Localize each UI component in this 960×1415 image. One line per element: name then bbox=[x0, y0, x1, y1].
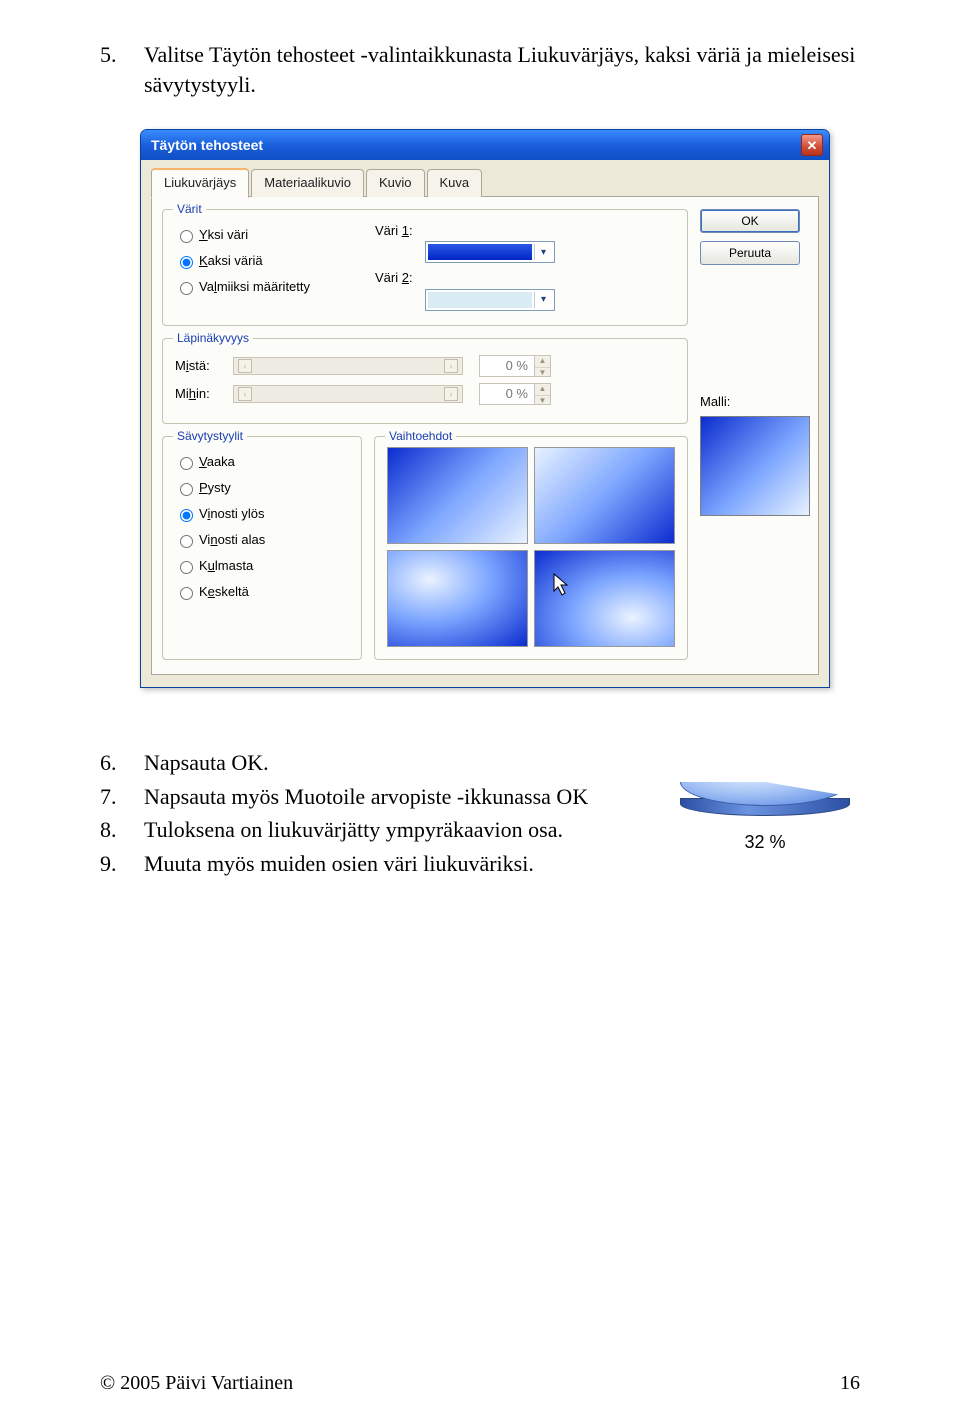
shading-group: Sävytystyylit Vaaka Pysty Vinosti ylös V… bbox=[162, 436, 362, 660]
variant-4[interactable] bbox=[534, 550, 675, 647]
instruction-text: Valitse Täytön tehosteet -valintaikkunas… bbox=[144, 40, 870, 99]
instruction-text: Napsauta OK. bbox=[144, 748, 630, 778]
color2-label: Väri 2: bbox=[375, 269, 425, 287]
radio-preset[interactable]: Valmiiksi määritetty bbox=[175, 276, 375, 298]
instruction-number: 7. bbox=[100, 782, 144, 812]
color2-dropdown[interactable]: ▾ bbox=[425, 289, 555, 311]
tab-pattern[interactable]: Kuvio bbox=[366, 169, 425, 197]
from-value-input[interactable]: 0 % ▲▼ bbox=[479, 355, 551, 377]
radio-center[interactable]: Keskeltä bbox=[175, 581, 349, 603]
radio-vertical[interactable]: Pysty bbox=[175, 477, 349, 499]
chevron-down-icon: ▾ bbox=[534, 244, 552, 260]
color1-dropdown[interactable]: ▾ bbox=[425, 241, 555, 263]
instruction-9: 9. Muuta myös muiden osien väri liukuvär… bbox=[100, 849, 630, 879]
variant-3[interactable] bbox=[387, 550, 528, 647]
cursor-arrow-icon bbox=[553, 573, 571, 597]
variants-legend: Vaihtoehdot bbox=[385, 428, 456, 444]
variant-1[interactable] bbox=[387, 447, 528, 544]
tab-picture[interactable]: Kuva bbox=[427, 169, 483, 197]
color1-label: Väri 1: bbox=[375, 222, 425, 240]
instruction-number: 5. bbox=[100, 40, 144, 99]
variant-2[interactable] bbox=[534, 447, 675, 544]
instruction-8: 8. Tuloksena on liukuvärjätty ympyräkaav… bbox=[100, 815, 630, 845]
chevron-left-icon: ‹ bbox=[238, 359, 252, 373]
page-footer: © 2005 Päivi Vartiainen 16 bbox=[100, 1369, 860, 1397]
from-label: Mistä: bbox=[175, 357, 233, 375]
colors-group: Värit Yksi väri Kaksi väriä Valmiiksi mä… bbox=[162, 209, 688, 326]
chevron-right-icon: › bbox=[444, 387, 458, 401]
instruction-number: 9. bbox=[100, 849, 144, 879]
close-icon[interactable]: ✕ bbox=[801, 134, 823, 156]
pie-slice-illustration: 32 % bbox=[660, 758, 870, 854]
colors-legend: Värit bbox=[173, 201, 206, 217]
footer-page-number: 16 bbox=[840, 1370, 860, 1397]
dialog-tabs: Liukuvärjäys Materiaalikuvio Kuvio Kuva bbox=[151, 168, 819, 197]
instruction-text: Tuloksena on liukuvärjätty ympyräkaavion… bbox=[144, 815, 630, 845]
variants-group: Vaihtoehdot bbox=[374, 436, 688, 660]
sample-preview bbox=[700, 416, 810, 516]
chevron-down-icon: ▾ bbox=[534, 292, 552, 308]
sample-label: Malli: bbox=[700, 393, 820, 411]
shading-legend: Sävytystyylit bbox=[173, 428, 247, 444]
instruction-number: 8. bbox=[100, 815, 144, 845]
radio-horizontal[interactable]: Vaaka bbox=[175, 451, 349, 473]
chevron-left-icon: ‹ bbox=[238, 387, 252, 401]
chevron-right-icon: › bbox=[444, 359, 458, 373]
radio-diag-up[interactable]: Vinosti ylös bbox=[175, 503, 349, 525]
pie-slice-label: 32 % bbox=[744, 830, 785, 854]
to-value-input[interactable]: 0 % ▲▼ bbox=[479, 383, 551, 405]
tab-texture[interactable]: Materiaalikuvio bbox=[251, 169, 364, 197]
ok-button[interactable]: OK bbox=[700, 209, 800, 233]
fill-effects-dialog: Täytön tehosteet ✕ Liukuvärjäys Materiaa… bbox=[140, 129, 830, 688]
instruction-text: Napsauta myös Muotoile arvopiste -ikkuna… bbox=[144, 782, 630, 812]
transparency-group: Läpinäkyvyys Mistä: ‹ › 0 % ▲▼ bbox=[162, 338, 688, 424]
instruction-6: 6. Napsauta OK. bbox=[100, 748, 630, 778]
dialog-titlebar[interactable]: Täytön tehosteet ✕ bbox=[141, 130, 829, 160]
from-slider[interactable]: ‹ › bbox=[233, 357, 463, 375]
tab-gradient[interactable]: Liukuvärjäys bbox=[151, 168, 249, 198]
to-slider[interactable]: ‹ › bbox=[233, 385, 463, 403]
radio-corner[interactable]: Kulmasta bbox=[175, 555, 349, 577]
radio-two-colors[interactable]: Kaksi väriä bbox=[175, 250, 375, 272]
instruction-5: 5. Valitse Täytön tehosteet -valintaikku… bbox=[100, 40, 870, 99]
radio-diag-down[interactable]: Vinosti alas bbox=[175, 529, 349, 551]
instruction-7: 7. Napsauta myös Muotoile arvopiste -ikk… bbox=[100, 782, 630, 812]
instruction-number: 6. bbox=[100, 748, 144, 778]
to-label: Mihin: bbox=[175, 385, 233, 403]
footer-copyright: © 2005 Päivi Vartiainen bbox=[100, 1370, 293, 1397]
instruction-text: Muuta myös muiden osien väri liukuväriks… bbox=[144, 849, 630, 879]
cancel-button[interactable]: Peruuta bbox=[700, 241, 800, 265]
radio-one-color[interactable]: Yksi väri bbox=[175, 224, 375, 246]
dialog-title: Täytön tehosteet bbox=[151, 136, 263, 155]
transparency-legend: Läpinäkyvyys bbox=[173, 330, 253, 346]
